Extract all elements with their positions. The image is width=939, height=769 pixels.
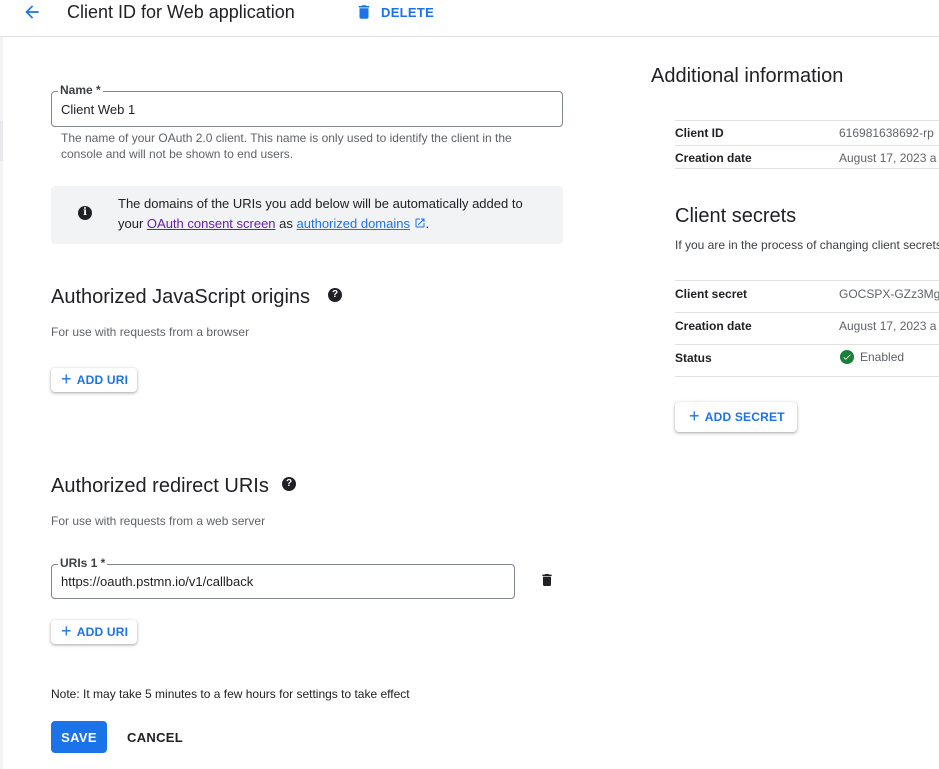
add-js-origin-uri-button[interactable]: + ADD URI [51,368,138,392]
info-text-after: . [425,216,430,231]
additional-info-title: Additional information [651,65,844,87]
redirect-uris-help-icon[interactable]: ? [282,477,296,491]
add-redirect-uri-button[interactable]: + ADD URI [51,620,138,644]
plus-icon: + [689,406,700,426]
trash-icon [542,574,552,586]
add-secret-button[interactable]: + ADD SECRET [675,402,797,432]
status-value: Enabled [840,350,939,364]
delete-button[interactable]: DELETE [355,1,434,23]
external-link-icon [415,218,425,228]
authorized-domains-link[interactable]: authorized domains [297,216,410,231]
redirect-uris-subtitle: For use with requests from a web server [51,514,266,528]
oauth-consent-screen-link[interactable]: OAuth consent screen [147,216,276,231]
cancel-button[interactable]: CANCEL [118,721,192,753]
name-field-label: Name * [58,83,103,97]
name-field-helper: The name of your OAuth 2.0 client. This … [61,131,512,161]
check-circle-icon [840,350,854,364]
creation-date-value: August 17, 2023 a [839,151,937,165]
name-field[interactable]: Client Web 1 [51,91,563,127]
client-secret-row: Client secret GOCSPX-GZz3Mg [675,280,939,312]
js-origins-subtitle: For use with requests from a browser [51,325,250,339]
left-edge-mark [0,121,3,161]
status-row: Status Enabled [675,344,939,377]
add-redirect-uri-label: ADD URI [76,625,129,639]
back-button[interactable] [16,0,48,24]
status-label: Enabled [860,350,905,364]
js-origins-help-icon[interactable]: ? [328,288,342,302]
creation-date-row: Creation date August 17, 2023 a [675,145,939,169]
plus-icon: + [61,621,72,641]
client-secrets-title: Client secrets [675,205,797,227]
info-icon: i [78,206,92,220]
trash-icon [358,5,370,19]
name-field-value[interactable]: Client Web 1 [61,102,135,117]
arrow-back-icon [25,5,39,19]
redirect-uri-label: URIs 1 * [58,556,108,570]
settings-note: Note: It may take 5 minutes to a few hou… [51,687,410,701]
info-text-middle: as [275,216,297,231]
redirect-uris-title: Authorized redirect URIs [51,475,269,497]
save-button[interactable]: SAVE [51,721,107,753]
add-js-origin-uri-label: ADD URI [76,373,129,387]
creation-date-key: Creation date [675,151,752,165]
client-secret-key: Client secret [675,287,748,301]
page-title: Client ID for Web application [67,2,295,22]
delete-redirect-uri-button[interactable] [539,571,555,594]
client-secrets-description: If you are in the process of changing cl… [675,238,939,252]
redirect-uri-value[interactable]: https://oauth.pstmn.io/v1/callback [61,574,253,589]
client-secret-value: GOCSPX-GZz3Mg [839,287,939,301]
redirect-uri-field[interactable]: https://oauth.pstmn.io/v1/callback [51,564,515,599]
secret-creation-date-value: August 17, 2023 a [839,319,937,333]
client-id-key: Client ID [675,126,724,140]
add-secret-label: ADD SECRET [704,410,785,424]
secret-creation-date-key: Creation date [675,319,752,333]
client-id-row: Client ID 616981638692-rp [675,120,939,145]
plus-icon: + [61,369,72,389]
secret-creation-date-row: Creation date August 17, 2023 a [675,312,939,344]
js-origins-title: Authorized JavaScript origins [51,286,311,308]
delete-label: DELETE [381,4,435,20]
status-key: Status [675,351,712,365]
client-id-value: 616981638692-rp [839,126,934,140]
info-notice-text: The domains of the URIs you add below wi… [118,194,548,234]
